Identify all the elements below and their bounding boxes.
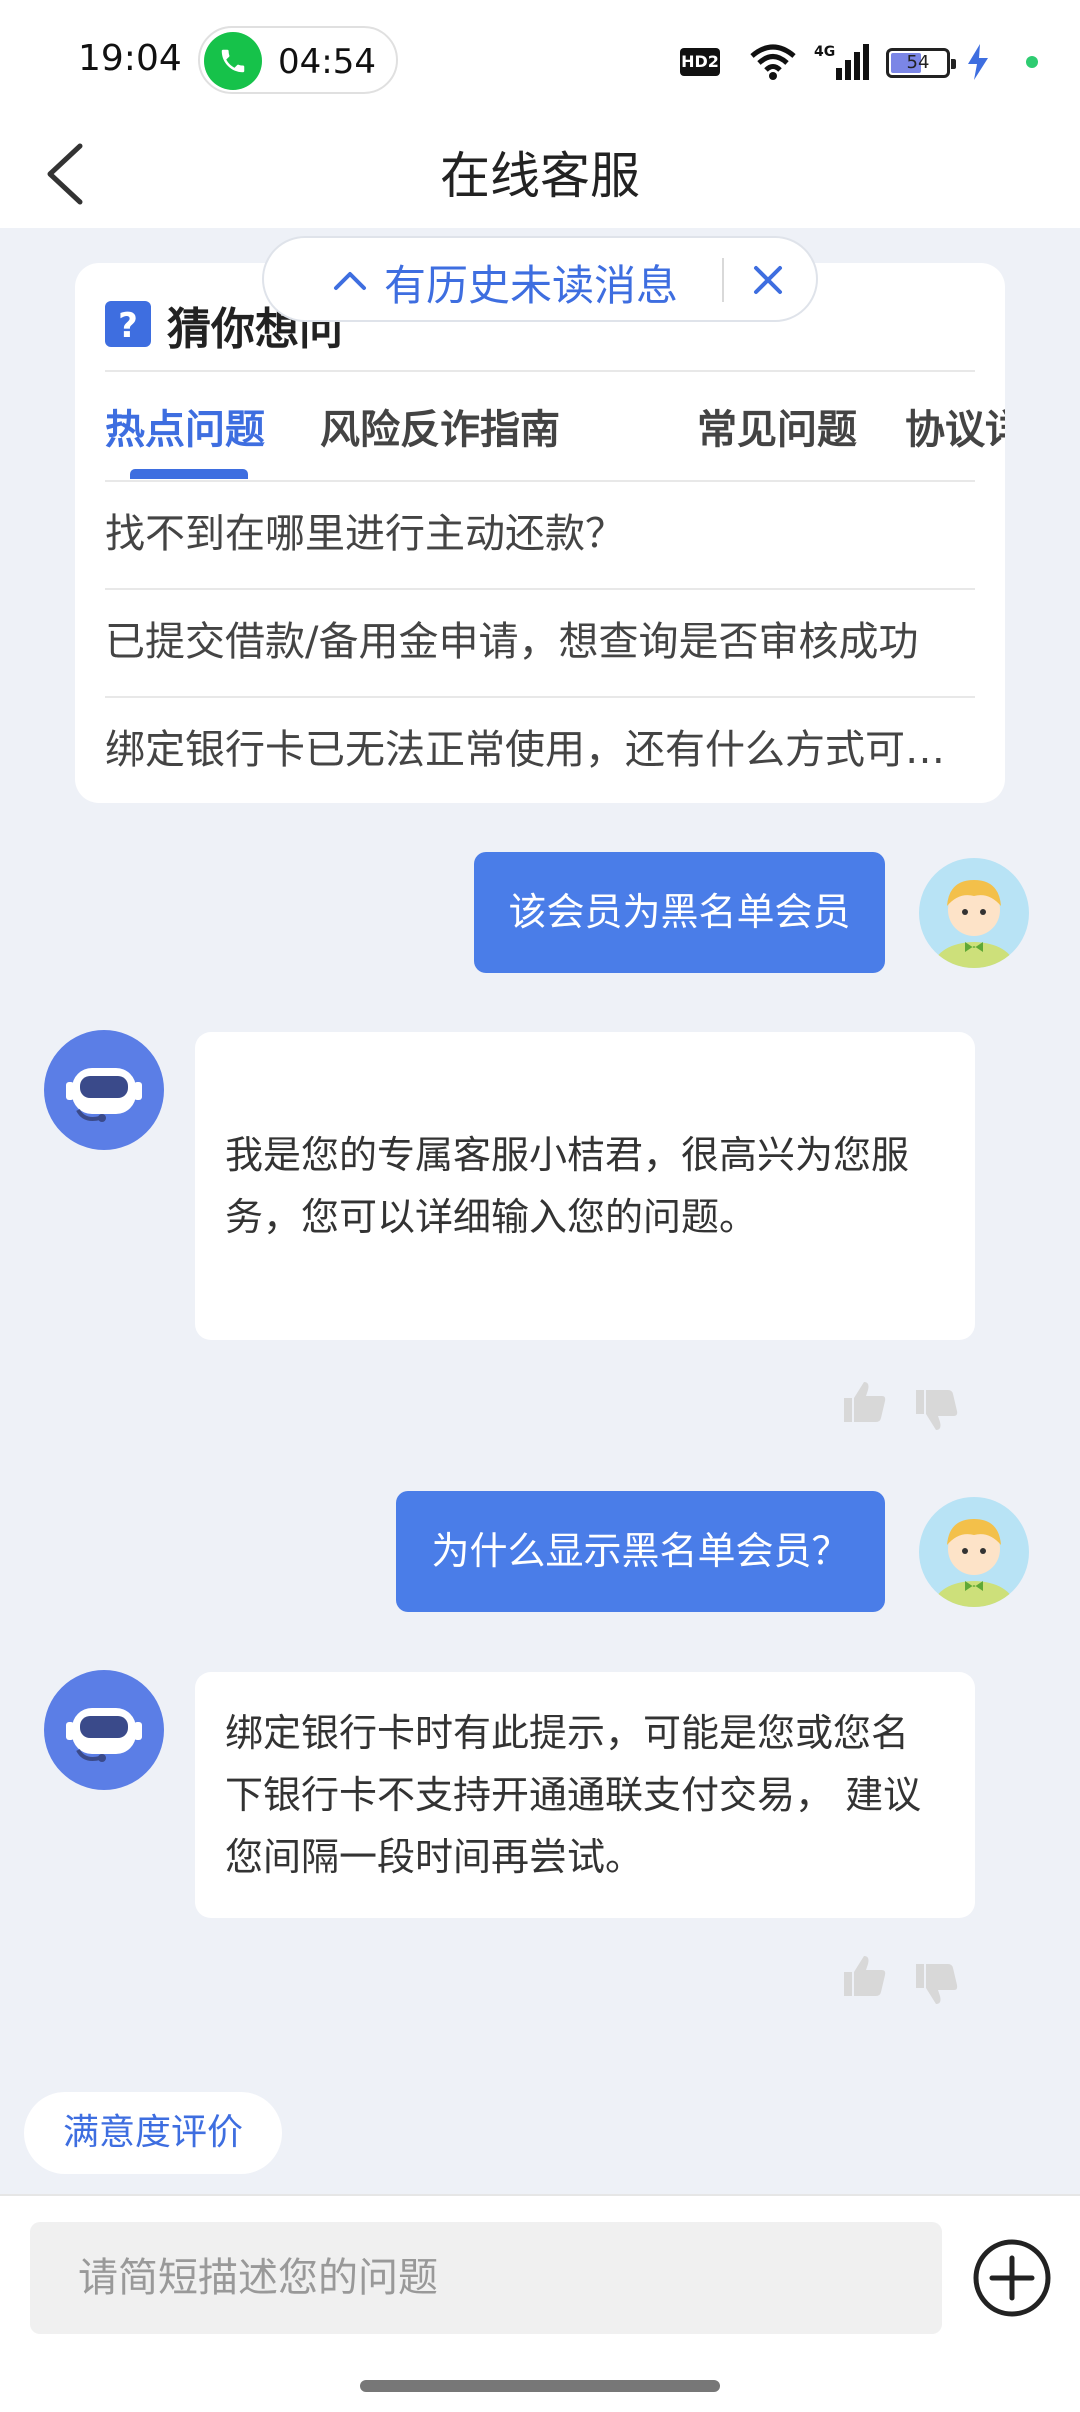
message-text: 绑定银行卡时有此提示，可能是您或您名下银行卡不支持开通通联支付交易， 建议您间隔…: [225, 1711, 922, 1879]
bot-message-bubble: 绑定银行卡时有此提示，可能是您或您名下银行卡不支持开通通联支付交易， 建议您间隔…: [195, 1672, 975, 1918]
question-icon: ?: [105, 301, 151, 347]
screen: 19:04 04:54 HD2 4G 54 在线客服 ? 猜你想问 热点问题 风…: [0, 0, 1080, 2412]
tab-common-questions[interactable]: 常见问题: [697, 397, 857, 455]
bot-avatar: [44, 1030, 164, 1150]
thumbs-down-icon[interactable]: [912, 1960, 960, 2008]
message-input[interactable]: 请简短描述您的问题: [30, 2222, 942, 2334]
hd-voice-icon: HD2: [680, 48, 720, 76]
faq-tabs: 热点问题 风险反诈指南 常见问题 协议详情: [105, 373, 1005, 481]
message-text: 该会员为黑名单会员: [508, 890, 851, 934]
thumbs-down-icon[interactable]: [912, 1386, 960, 1434]
divider: [105, 370, 975, 372]
wifi-icon: [750, 44, 796, 80]
phone-icon: [204, 32, 262, 90]
header-bar: 在线客服: [0, 120, 1080, 228]
status-time: 19:04: [78, 38, 182, 79]
user-avatar: [919, 1497, 1029, 1607]
active-tab-indicator: [130, 469, 248, 479]
unread-history-banner[interactable]: 有历史未读消息: [262, 236, 818, 322]
user-avatar: [919, 858, 1029, 968]
bot-message-bubble: 我是您的专属客服小桔君，很高兴为您服务，您可以详细输入您的问题。: [195, 1032, 975, 1340]
close-icon[interactable]: [744, 256, 792, 304]
battery-level: 54: [906, 52, 930, 73]
ongoing-call-pill[interactable]: 04:54: [198, 26, 398, 94]
user-message-bubble: 该会员为黑名单会员: [474, 852, 885, 973]
message-text: 为什么显示黑名单会员？: [431, 1529, 850, 1573]
chevron-up-icon: [334, 272, 366, 290]
status-bar: 19:04 04:54 HD2 4G 54: [0, 0, 1080, 120]
thumbs-up-icon[interactable]: [840, 1378, 888, 1426]
bot-avatar: [44, 1670, 164, 1790]
svg-text:4G: 4G: [814, 44, 835, 60]
faq-card: ? 猜你想问 热点问题 风险反诈指南 常见问题 协议详情 找不到在哪里进行主动还…: [75, 263, 1005, 803]
satisfaction-rating-button[interactable]: 满意度评价: [24, 2092, 282, 2174]
faq-item[interactable]: 找不到在哪里进行主动还款？: [105, 481, 975, 588]
cellular-signal-icon: 4G: [814, 44, 869, 80]
plus-circle-icon[interactable]: [970, 2236, 1054, 2320]
faq-item[interactable]: 绑定银行卡已无法正常使用，还有什么方式可以还款: [105, 697, 975, 803]
svg-text:?: ?: [118, 306, 138, 346]
tab-anti-fraud-guide[interactable]: 风险反诈指南: [320, 397, 560, 455]
page-title: 在线客服: [440, 147, 640, 205]
notification-dot-icon: [1026, 56, 1038, 68]
faq-item[interactable]: 已提交借款/备用金申请，想查询是否审核成功: [105, 589, 975, 696]
system-icons: HD2 4G 54: [680, 42, 1040, 82]
home-indicator[interactable]: [360, 2380, 720, 2392]
thumbs-up-icon[interactable]: [840, 1952, 888, 2000]
call-duration: 04:54: [278, 42, 376, 82]
charging-icon: [968, 44, 988, 80]
tab-agreement-details[interactable]: 协议详情: [905, 397, 1005, 455]
battery-icon: 54: [886, 48, 956, 78]
message-text: 我是您的专属客服小桔君，很高兴为您服务，您可以详细输入您的问题。: [225, 1133, 910, 1239]
tab-hot-questions[interactable]: 热点问题: [105, 397, 265, 455]
unread-history-text: 有历史未读消息: [384, 261, 679, 310]
user-message-bubble: 为什么显示黑名单会员？: [396, 1491, 885, 1612]
divider: [722, 258, 724, 302]
